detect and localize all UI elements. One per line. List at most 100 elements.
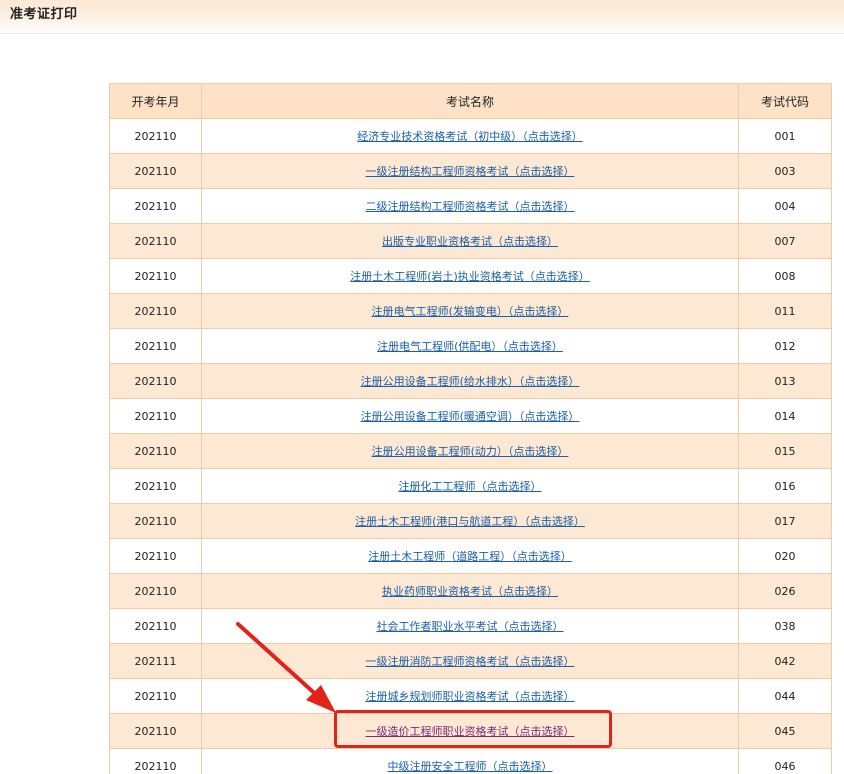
- cell-month: 202110: [109, 293, 202, 329]
- cell-name: 注册公用设备工程师(暖通空调）（点击选择）: [201, 398, 739, 434]
- table-row: 202110 经济专业技术资格考试（初中级）（点击选择） 001: [109, 118, 832, 154]
- table-row: 202110 中级注册安全工程师（点击选择） 046: [109, 748, 832, 774]
- header-code: 考试代码: [738, 83, 832, 119]
- exam-link[interactable]: 注册城乡规划师职业资格考试（点击选择）: [366, 690, 575, 703]
- table-header-row: 开考年月 考试名称 考试代码: [109, 83, 832, 119]
- cell-month: 202110: [109, 538, 202, 574]
- cell-code: 020: [738, 538, 832, 574]
- cell-name: 注册化工工程师（点击选择）: [201, 468, 739, 504]
- exam-link[interactable]: 一级注册结构工程师资格考试（点击选择）: [366, 165, 575, 178]
- table-row: 202110 二级注册结构工程师资格考试（点击选择） 004: [109, 188, 832, 224]
- cell-code: 011: [738, 293, 832, 329]
- cell-month: 202110: [109, 328, 202, 364]
- table-row: 202110 注册电气工程师(发输变电）（点击选择） 011: [109, 293, 832, 329]
- cell-code: 004: [738, 188, 832, 224]
- cell-month: 202110: [109, 713, 202, 749]
- cell-name: 注册城乡规划师职业资格考试（点击选择）: [201, 678, 739, 714]
- cell-code: 007: [738, 223, 832, 259]
- table-row: 202110 注册土木工程师(岩土)执业资格考试（点击选择） 008: [109, 258, 832, 294]
- table-row: 202110 一级注册结构工程师资格考试（点击选择） 003: [109, 153, 832, 189]
- cell-code: 016: [738, 468, 832, 504]
- cell-month: 202110: [109, 503, 202, 539]
- exam-link[interactable]: 注册公用设备工程师(动力）（点击选择）: [372, 445, 569, 458]
- cell-month: 202110: [109, 223, 202, 259]
- table-row: 202111 一级注册消防工程师资格考试（点击选择） 042: [109, 643, 832, 679]
- cell-name: 注册土木工程师（道路工程）（点击选择）: [201, 538, 739, 574]
- exam-table: 开考年月 考试名称 考试代码 202110 经济专业技术资格考试（初中级）（点击选…: [109, 83, 832, 774]
- cell-name: 出版专业职业资格考试（点击选择）: [201, 223, 739, 259]
- cell-name: 一级注册结构工程师资格考试（点击选择）: [201, 153, 739, 189]
- table-row: 202110 注册化工工程师（点击选择） 016: [109, 468, 832, 504]
- cell-code: 042: [738, 643, 832, 679]
- cell-month: 202110: [109, 433, 202, 469]
- cell-month: 202110: [109, 468, 202, 504]
- cell-month: 202110: [109, 573, 202, 609]
- header-name: 考试名称: [201, 83, 739, 119]
- cell-month: 202110: [109, 258, 202, 294]
- cell-month: 202110: [109, 748, 202, 774]
- cell-name: 社会工作者职业水平考试（点击选择）: [201, 608, 739, 644]
- table-row: 202110 注册公用设备工程师(给水排水）（点击选择） 013: [109, 363, 832, 399]
- cell-code: 008: [738, 258, 832, 294]
- cell-month: 202111: [109, 643, 202, 679]
- header-month: 开考年月: [109, 83, 202, 119]
- table-body: 202110 经济专业技术资格考试（初中级）（点击选择） 001 202110 一级注册…: [109, 118, 832, 774]
- exam-link[interactable]: 执业药师职业资格考试（点击选择）: [382, 585, 558, 598]
- cell-code: 015: [738, 433, 832, 469]
- table-row: 202110 执业药师职业资格考试（点击选择） 026: [109, 573, 832, 609]
- cell-code: 038: [738, 608, 832, 644]
- exam-link[interactable]: 二级注册结构工程师资格考试（点击选择）: [366, 200, 575, 213]
- cell-code: 026: [738, 573, 832, 609]
- exam-link[interactable]: 注册土木工程师（道路工程）（点击选择）: [368, 550, 572, 563]
- cell-month: 202110: [109, 118, 202, 154]
- cell-month: 202110: [109, 678, 202, 714]
- exam-link[interactable]: 注册土木工程师(港口与航道工程）（点击选择）: [355, 515, 585, 528]
- exam-link[interactable]: 出版专业职业资格考试（点击选择）: [382, 235, 558, 248]
- table-row: 202110 注册公用设备工程师(暖通空调）（点击选择） 014: [109, 398, 832, 434]
- header-band: [0, 0, 844, 34]
- cell-name: 注册公用设备工程师(动力）（点击选择）: [201, 433, 739, 469]
- exam-link[interactable]: 一级注册消防工程师资格考试（点击选择）: [366, 655, 575, 668]
- exam-link[interactable]: 中级注册安全工程师（点击选择）: [388, 760, 553, 773]
- cell-name: 执业药师职业资格考试（点击选择）: [201, 573, 739, 609]
- table-row: 202110 注册土木工程师（道路工程）（点击选择） 020: [109, 538, 832, 574]
- cell-code: 044: [738, 678, 832, 714]
- cell-month: 202110: [109, 188, 202, 224]
- exam-link[interactable]: 注册化工工程师（点击选择）: [399, 480, 542, 493]
- cell-month: 202110: [109, 398, 202, 434]
- table-row: 202110 出版专业职业资格考试（点击选择） 007: [109, 223, 832, 259]
- page-title: 准考证打印: [10, 7, 78, 22]
- exam-link[interactable]: 经济专业技术资格考试（初中级）（点击选择）: [357, 130, 583, 143]
- cell-code: 012: [738, 328, 832, 364]
- cell-name: 注册电气工程师(供配电）（点击选择）: [201, 328, 739, 364]
- exam-link[interactable]: 注册电气工程师(供配电）（点击选择）: [377, 340, 563, 353]
- table-row: 202110 注册公用设备工程师(动力）（点击选择） 015: [109, 433, 832, 469]
- cell-month: 202110: [109, 363, 202, 399]
- cell-code: 017: [738, 503, 832, 539]
- table-row: 202110 注册土木工程师(港口与航道工程）（点击选择） 017: [109, 503, 832, 539]
- highlight-box: [334, 710, 612, 748]
- exam-link[interactable]: 注册公用设备工程师(给水排水）（点击选择）: [361, 375, 580, 388]
- cell-name: 注册公用设备工程师(给水排水）（点击选择）: [201, 363, 739, 399]
- exam-link[interactable]: 注册土木工程师(岩土)执业资格考试（点击选择）: [350, 270, 590, 283]
- cell-code: 001: [738, 118, 832, 154]
- table-row: 202110 社会工作者职业水平考试（点击选择） 038: [109, 608, 832, 644]
- header-divider: [0, 33, 844, 34]
- page: 准考证打印 开考年月 考试名称 考试代码 202110 经济专业技术资格考试（初中…: [0, 0, 844, 774]
- cell-name: 中级注册安全工程师（点击选择）: [201, 748, 739, 774]
- exam-link[interactable]: 注册电气工程师(发输变电）（点击选择）: [372, 305, 569, 318]
- table-row: 202110 注册电气工程师(供配电）（点击选择） 012: [109, 328, 832, 364]
- cell-code: 013: [738, 363, 832, 399]
- exam-link[interactable]: 注册公用设备工程师(暖通空调）（点击选择）: [361, 410, 580, 423]
- cell-month: 202110: [109, 153, 202, 189]
- cell-name: 注册土木工程师(岩土)执业资格考试（点击选择）: [201, 258, 739, 294]
- cell-name: 注册电气工程师(发输变电）（点击选择）: [201, 293, 739, 329]
- cell-name: 一级注册消防工程师资格考试（点击选择）: [201, 643, 739, 679]
- cell-name: 二级注册结构工程师资格考试（点击选择）: [201, 188, 739, 224]
- cell-code: 046: [738, 748, 832, 774]
- cell-code: 014: [738, 398, 832, 434]
- table-row: 202110 注册城乡规划师职业资格考试（点击选择） 044: [109, 678, 832, 714]
- exam-link[interactable]: 社会工作者职业水平考试（点击选择）: [377, 620, 564, 633]
- cell-month: 202110: [109, 608, 202, 644]
- cell-name: 注册土木工程师(港口与航道工程）（点击选择）: [201, 503, 739, 539]
